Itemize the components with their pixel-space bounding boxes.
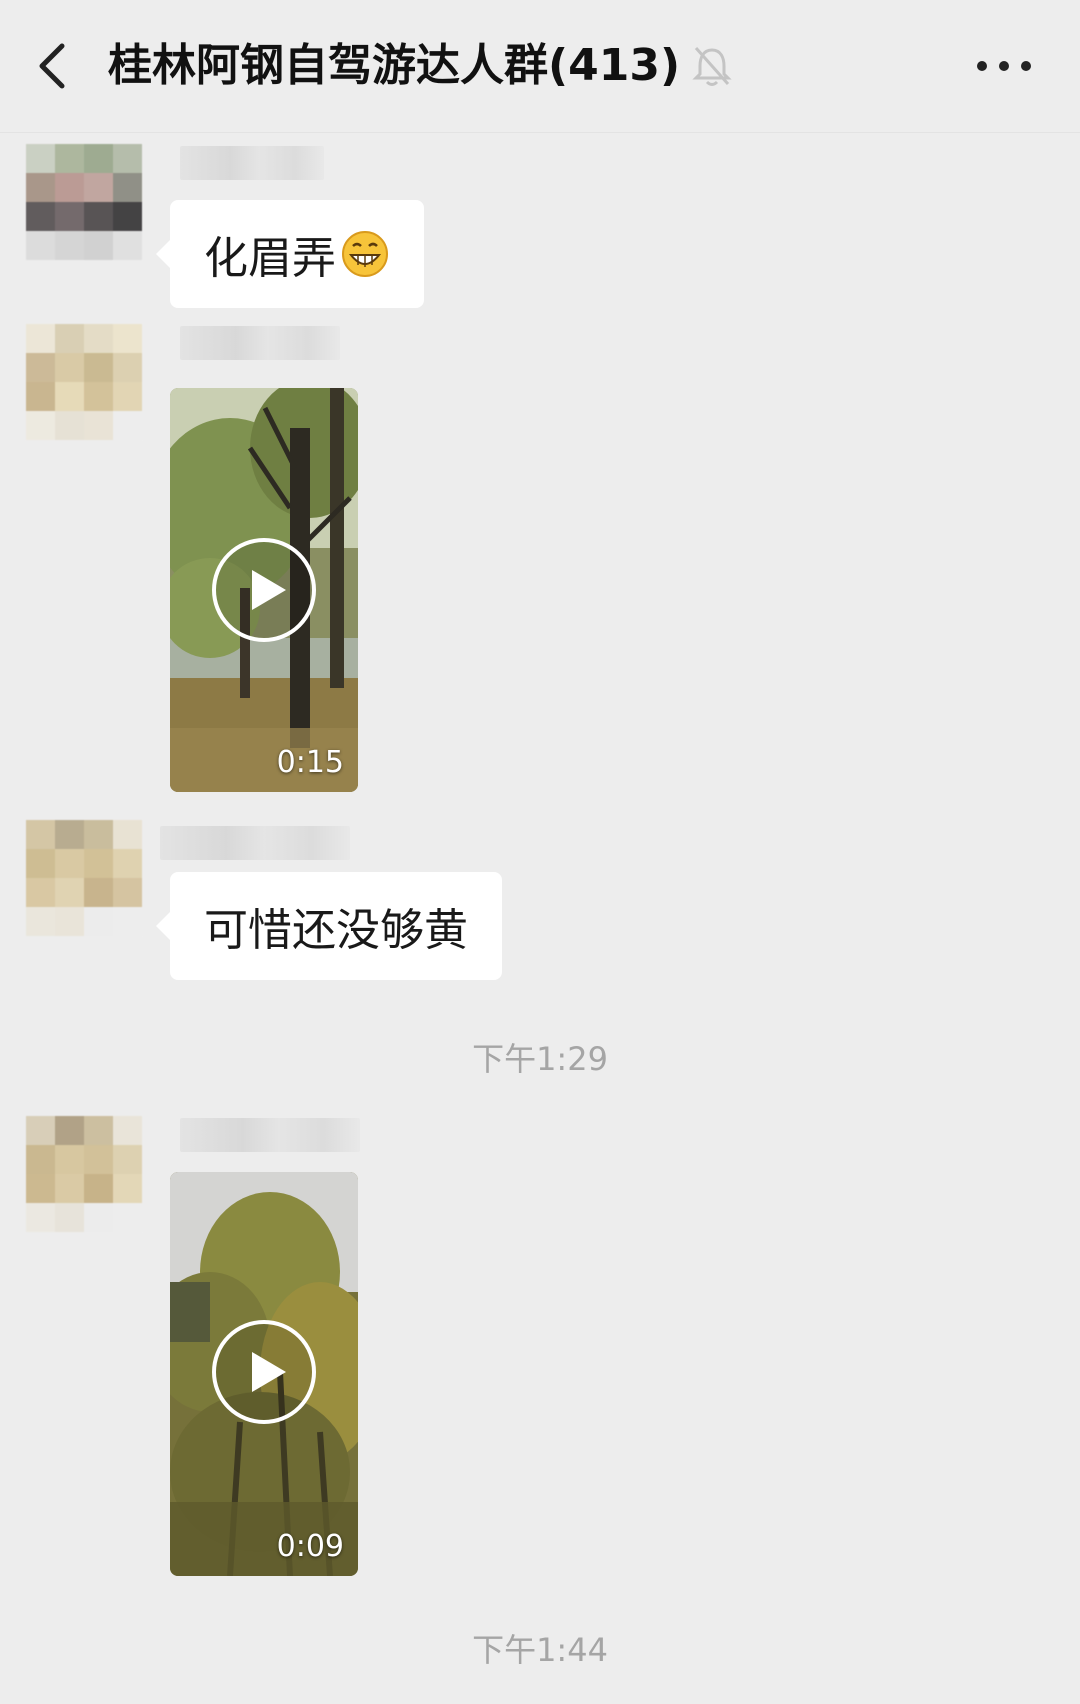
more-button[interactable] bbox=[972, 44, 1036, 88]
chat-header: 桂林阿钢自驾游达人群(413) bbox=[0, 0, 1080, 133]
play-icon[interactable] bbox=[210, 536, 318, 644]
timestamp: 下午1:29 bbox=[472, 1040, 608, 1078]
timestamp: 下午1:44 bbox=[472, 1631, 608, 1669]
sender-name bbox=[160, 826, 350, 860]
bell-off-icon bbox=[692, 44, 732, 88]
message-bubble[interactable]: 可惜还没够黄 bbox=[156, 872, 502, 980]
chat-title: 桂林阿钢自驾游达人群(413) bbox=[108, 40, 681, 91]
back-button[interactable] bbox=[28, 34, 84, 98]
sender-name bbox=[180, 146, 324, 180]
chevron-left-icon bbox=[39, 43, 65, 89]
sender-name bbox=[180, 1118, 360, 1152]
message-text: 可惜还没够黄 bbox=[204, 905, 468, 956]
message-text: 化眉弄 bbox=[204, 233, 336, 284]
video-message[interactable]: 0:15 bbox=[170, 388, 358, 792]
more-dots-icon bbox=[977, 61, 1031, 71]
play-icon[interactable] bbox=[210, 1318, 318, 1426]
sender-name bbox=[180, 326, 340, 360]
avatar[interactable] bbox=[26, 820, 142, 936]
message-bubble[interactable]: 化眉弄 bbox=[156, 200, 424, 308]
avatar[interactable] bbox=[26, 144, 142, 260]
video-duration: 0:15 bbox=[276, 745, 344, 780]
video-message[interactable]: 0:09 bbox=[170, 1172, 358, 1576]
avatar[interactable] bbox=[26, 1116, 142, 1232]
video-duration: 0:09 bbox=[276, 1529, 344, 1564]
avatar[interactable] bbox=[26, 324, 142, 440]
grinning-face-emoji bbox=[342, 231, 388, 277]
